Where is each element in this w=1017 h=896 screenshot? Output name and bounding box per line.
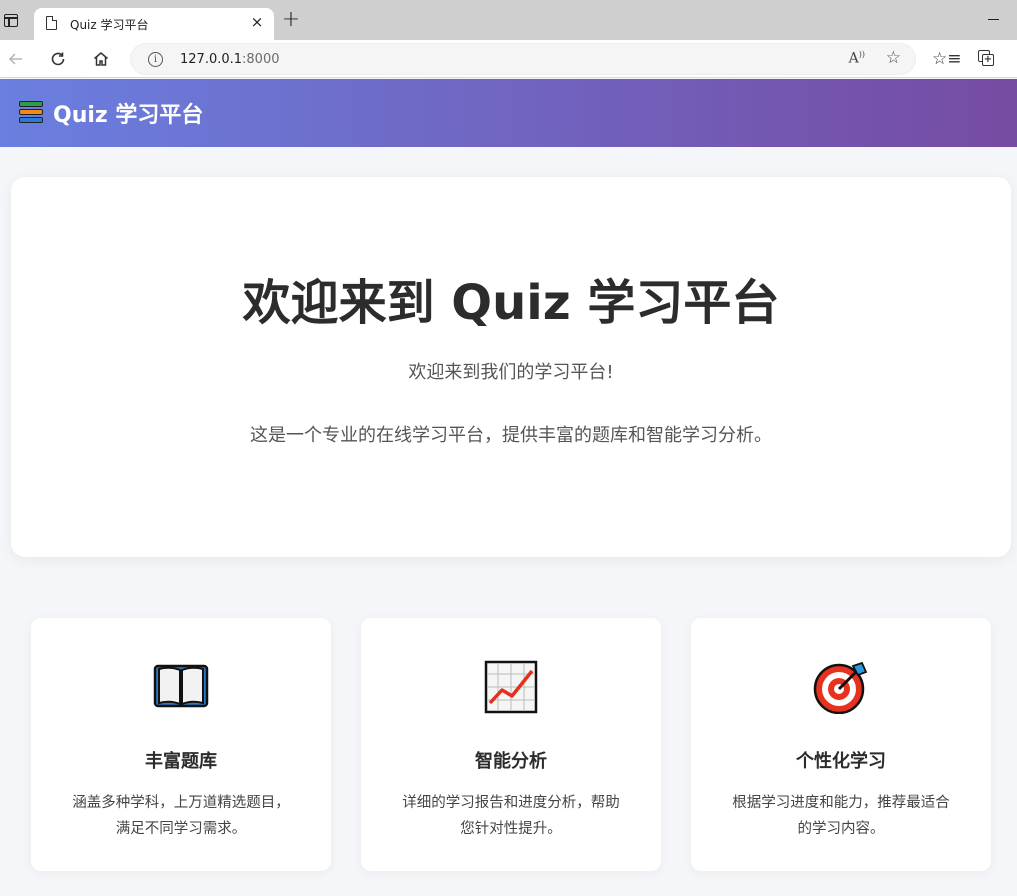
favorites-button[interactable]: ☆≡: [932, 48, 961, 70]
home-icon: [94, 52, 108, 66]
hero-title: 欢迎来到 Quiz 学习平台: [242, 275, 780, 331]
welcome-hero: 欢迎来到 Quiz 学习平台 欢迎来到我们的学习平台! 这是一个专业的在线学习平…: [11, 177, 1011, 557]
feature-card-smart-analysis: 智能分析 详细的学习报告和进度分析，帮助 您针对性提升。: [361, 618, 661, 871]
feature-description: 涵盖多种学科，上万道精选题目， 满足不同学习需求。: [72, 795, 290, 837]
feature-title: 丰富题库: [145, 751, 217, 772]
reload-button[interactable]: [46, 47, 70, 71]
browser-tab[interactable]: Quiz 学习平台 ×: [34, 8, 274, 40]
site-title: Quiz 学习平台: [53, 103, 204, 128]
target-icon: [813, 661, 868, 714]
back-icon: [8, 53, 22, 65]
brand[interactable]: Quiz 学习平台: [18, 98, 203, 128]
url-text: 127.0.0.1:8000: [180, 52, 280, 67]
hero-description: 这是一个专业的在线学习平台，提供丰富的题库和智能学习分析。: [250, 425, 772, 446]
open-book-icon: [153, 664, 209, 708]
tab-close-button[interactable]: ×: [248, 13, 266, 31]
url-port: :8000: [242, 52, 280, 67]
features-section: 丰富题库 涵盖多种学科，上万道精选题目， 满足不同学习需求。 智能分析 详细的学…: [31, 618, 991, 871]
feature-title: 个性化学习: [796, 751, 886, 772]
chart-increasing-icon: [484, 660, 538, 714]
hero-welcome-text: 欢迎来到我们的学习平台!: [408, 362, 614, 383]
info-icon[interactable]: i: [148, 52, 163, 67]
feature-title: 智能分析: [475, 751, 547, 772]
window-menu-icon[interactable]: [4, 14, 18, 27]
minimize-window-button[interactable]: [988, 19, 999, 21]
add-favorite-icon[interactable]: ☆: [886, 48, 901, 68]
browser-toolbar: i 127.0.0.1:8000 A)) ☆ ☆≡ +: [0, 40, 1017, 78]
browser-tab-bar: Quiz 学习平台 × +: [0, 0, 1017, 40]
url-host: 127.0.0.1: [180, 52, 243, 67]
read-aloud-icon[interactable]: A)): [849, 50, 865, 67]
reload-icon: [51, 52, 65, 66]
home-button[interactable]: [89, 47, 113, 71]
new-tab-button[interactable]: +: [280, 9, 302, 32]
page-icon: [46, 16, 57, 30]
favorites-icon: ☆≡: [932, 49, 962, 69]
books-icon: [18, 100, 44, 126]
site-header: Quiz 学习平台: [0, 79, 1017, 147]
feature-description: 详细的学习报告和进度分析，帮助 您针对性提升。: [402, 795, 620, 837]
feature-card-question-bank: 丰富题库 涵盖多种学科，上万道精选题目， 满足不同学习需求。: [31, 618, 331, 871]
address-bar-input[interactable]: i 127.0.0.1:8000 A)) ☆: [130, 43, 916, 75]
back-button[interactable]: [4, 47, 28, 71]
feature-card-personalized: 个性化学习 根据学习进度和能力，推荐最适合 的学习内容。: [691, 618, 991, 871]
feature-description: 根据学习进度和能力，推荐最适合 的学习内容。: [732, 795, 950, 837]
collections-button[interactable]: +: [976, 48, 998, 70]
tab-title: Quiz 学习平台: [70, 18, 149, 32]
